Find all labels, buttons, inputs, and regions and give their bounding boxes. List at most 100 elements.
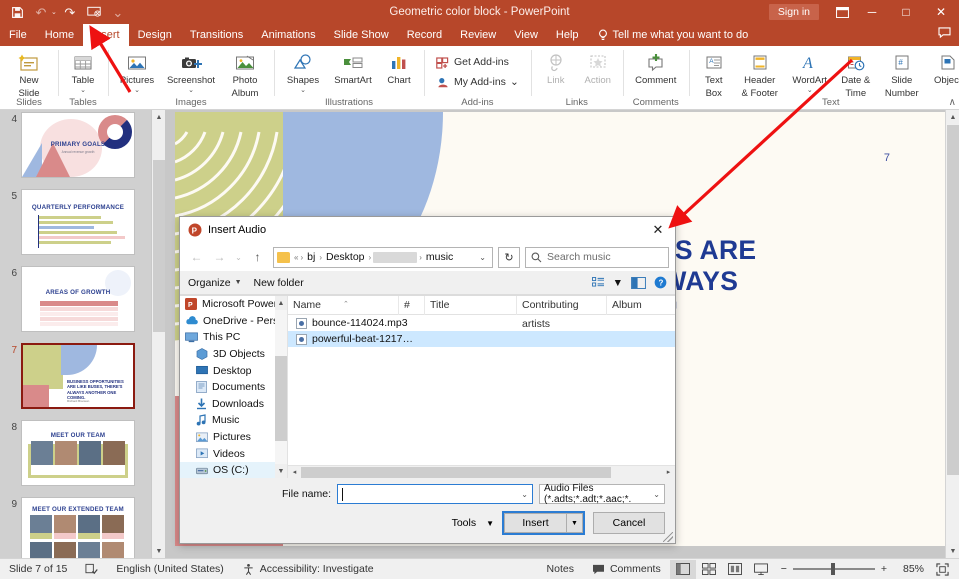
nav-item-3d-objects[interactable]: 3D Objects [180,346,287,363]
scroll-right-button[interactable]: ▸ [662,466,675,479]
slide-sorter-button[interactable] [696,560,722,579]
comments-button[interactable]: Comments [583,559,670,579]
column-header-title[interactable]: Title [424,296,516,315]
nav-scroll-down-button[interactable]: ▼ [275,464,287,478]
thumbnail-row-5[interactable]: 5 QUARTERLY PERFORMANCE [0,178,165,255]
close-button[interactable]: ✕ [923,0,959,24]
breadcrumb-desktop[interactable]: Desktop [324,251,367,263]
canvas-scroll-down-button[interactable]: ▼ [946,544,959,558]
file-list-horizontal-scrollbar[interactable]: ◂ ▸ [288,465,675,478]
file-list-item[interactable]: bounce-114024.mp3 [288,315,675,331]
zoom-in-button[interactable]: + [881,563,887,575]
minimize-button[interactable]: ─ [855,0,889,24]
column-header-name[interactable]: ⌃ Name [288,296,398,315]
breadcrumb-redacted[interactable] [373,251,418,263]
screenshot-button[interactable]: Screenshot ⌄ [162,48,220,94]
normal-view-button[interactable] [669,559,696,579]
nav-item-downloads[interactable]: Downloads [180,396,287,413]
nav-item-onedrive[interactable]: OneDrive - Person… [180,313,287,330]
breadcrumb-bj[interactable]: bj [305,251,317,263]
collapse-ribbon-icon[interactable]: ∧ [949,97,956,108]
new-slide-button[interactable]: New Slide [4,48,54,99]
thumbnail-row-9[interactable]: 9 MEET OUR EXTENDED TEAM [0,486,165,558]
new-folder-button[interactable]: New folder [254,277,304,289]
redo-icon[interactable]: ↷ [59,2,81,22]
dialog-resize-grip[interactable] [663,532,673,542]
object-button[interactable]: Object [927,48,959,87]
customize-qat-icon[interactable]: ⌄ [107,2,129,22]
maximize-button[interactable]: □ [889,0,923,24]
slide-number-button[interactable]: # Slide Number [877,48,927,99]
spell-check-icon[interactable] [76,559,107,579]
ribbon-display-options-icon[interactable] [829,0,855,24]
table-button[interactable]: Table ⌄ [62,48,104,94]
column-header-album[interactable]: Album [606,296,651,315]
accessibility-indicator[interactable]: Accessibility: Investigate [233,559,383,579]
wordart-button[interactable]: A WordArt ⌄ [785,48,835,94]
preview-pane-icon[interactable] [631,276,646,289]
canvas-scrollbar[interactable]: ▲ ▼ [945,110,959,558]
my-addins-dropdown-caret[interactable]: ⌄ [510,76,519,88]
sign-in-button[interactable]: Sign in [768,4,819,20]
nav-item-music[interactable]: Music [180,412,287,429]
nav-item-os-c[interactable]: OS (C:) [180,461,287,478]
help-icon[interactable]: ? [654,276,667,289]
my-addins-button[interactable]: My Add-ins ⌄ [434,74,521,91]
save-icon[interactable] [6,2,28,22]
nav-item-documents[interactable]: Documents [180,379,287,396]
tab-help[interactable]: Help [547,24,588,46]
language-indicator[interactable]: English (United States) [107,559,232,579]
get-addins-button[interactable]: Get Add-ins [434,54,521,71]
view-options-icon[interactable] [591,277,605,288]
tab-transitions[interactable]: Transitions [181,24,252,46]
nav-item-pictures[interactable]: Pictures [180,429,287,446]
action-button[interactable]: Action [577,48,619,87]
insert-dropdown-button[interactable]: ▼ [567,513,583,533]
dialog-close-button[interactable]: ✕ [641,217,675,243]
screenshot-dropdown-caret[interactable]: ⌄ [188,87,194,94]
undo-icon[interactable]: ↶ [30,2,52,22]
file-list[interactable]: ⌃ Name # Title Contributing artists Albu… [288,296,675,478]
canvas-scrollbar-thumb[interactable] [947,125,959,475]
pictures-dropdown-caret[interactable]: ⌄ [134,87,140,94]
date-time-button[interactable]: Date & Time [835,48,877,99]
nav-item-videos[interactable]: Videos [180,445,287,462]
pictures-button[interactable]: Pictures ⌄ [112,48,162,94]
canvas-scroll-up-button[interactable]: ▲ [946,110,959,124]
zoom-track[interactable] [792,563,875,575]
organize-button[interactable]: Organize ▼ [188,277,242,289]
notes-button[interactable]: Notes [538,559,583,579]
back-button[interactable]: ← [186,246,207,268]
forward-button[interactable]: → [209,246,230,268]
tab-record[interactable]: Record [398,24,451,46]
thumbnail-row-7[interactable]: 7 BUSINESS OPPORTUNITIES ARE LIKE BUSES,… [0,332,165,409]
nav-scroll-up-button[interactable]: ▲ [275,296,287,310]
horizontal-scrollbar-thumb[interactable] [301,466,612,478]
thumbnail-slide-9[interactable]: MEET OUR EXTENDED TEAM [21,497,135,558]
tell-me-search[interactable]: Tell me what you want to do [598,24,748,46]
insert-split-button[interactable]: Insert ▼ [502,511,585,535]
tab-file[interactable]: File [0,24,36,46]
start-presentation-icon[interactable] [83,2,105,22]
column-header-track-number[interactable]: # [398,296,424,315]
text-box-button[interactable]: A Text Box [693,48,735,99]
undo-dropdown-icon[interactable]: ⌄ [51,8,57,16]
shapes-dropdown-caret[interactable]: ⌄ [300,87,306,94]
scroll-down-button[interactable]: ▼ [152,544,166,558]
thumbnail-slide-5[interactable]: QUARTERLY PERFORMANCE [21,189,135,255]
recent-locations-button[interactable]: ⌄ [232,246,245,268]
comment-button[interactable]: Comment [627,48,685,87]
dialog-navigation-pane[interactable]: P Microsoft PowerP… OneDrive - Person… T… [180,296,288,478]
file-list-item[interactable]: powerful-beat-1217… [288,331,675,347]
zoom-slider[interactable]: − + [774,563,894,575]
tab-slide-show[interactable]: Slide Show [325,24,398,46]
file-type-dropdown[interactable]: Audio Files (*.adts;*.adt;*.aac;*. ⌄ [539,483,665,505]
header-footer-button[interactable]: Header & Footer [735,48,785,99]
cancel-button[interactable]: Cancel [593,512,665,534]
fit-slide-button[interactable] [929,560,955,579]
insert-button[interactable]: Insert [504,513,567,533]
nav-item-powerpoint[interactable]: P Microsoft PowerP… [180,296,287,313]
zoom-percent-label[interactable]: 85% [894,563,924,575]
thumbnail-pane-scrollbar[interactable]: ▲ ▼ [151,110,166,558]
zoom-handle[interactable] [830,563,835,575]
